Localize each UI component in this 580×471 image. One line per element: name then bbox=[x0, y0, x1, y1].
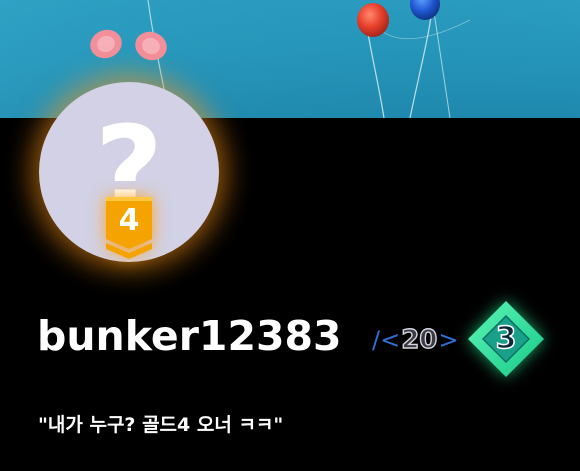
tier-number: 4 bbox=[118, 203, 140, 238]
level-close-bracket: > bbox=[438, 326, 459, 354]
level-open-bracket: /< bbox=[372, 326, 401, 354]
username: bunker12383 bbox=[37, 312, 342, 360]
rank-number: 3 bbox=[495, 320, 517, 357]
profile-bio: "내가 누구? 골드4 오너 ㅋㅋ" bbox=[38, 414, 284, 436]
level-value: 20 bbox=[400, 324, 438, 355]
avatar[interactable]: ? 4 bbox=[38, 26, 220, 262]
level-indicator: /< 20 > bbox=[372, 320, 459, 360]
profile-page: ? 4 bunker12383 /< 20 > 3 "내가 누구? 골드4 오너… bbox=[0, 0, 580, 471]
rank-badge: 3 bbox=[466, 299, 546, 379]
tier-badge: 4 bbox=[104, 197, 154, 259]
